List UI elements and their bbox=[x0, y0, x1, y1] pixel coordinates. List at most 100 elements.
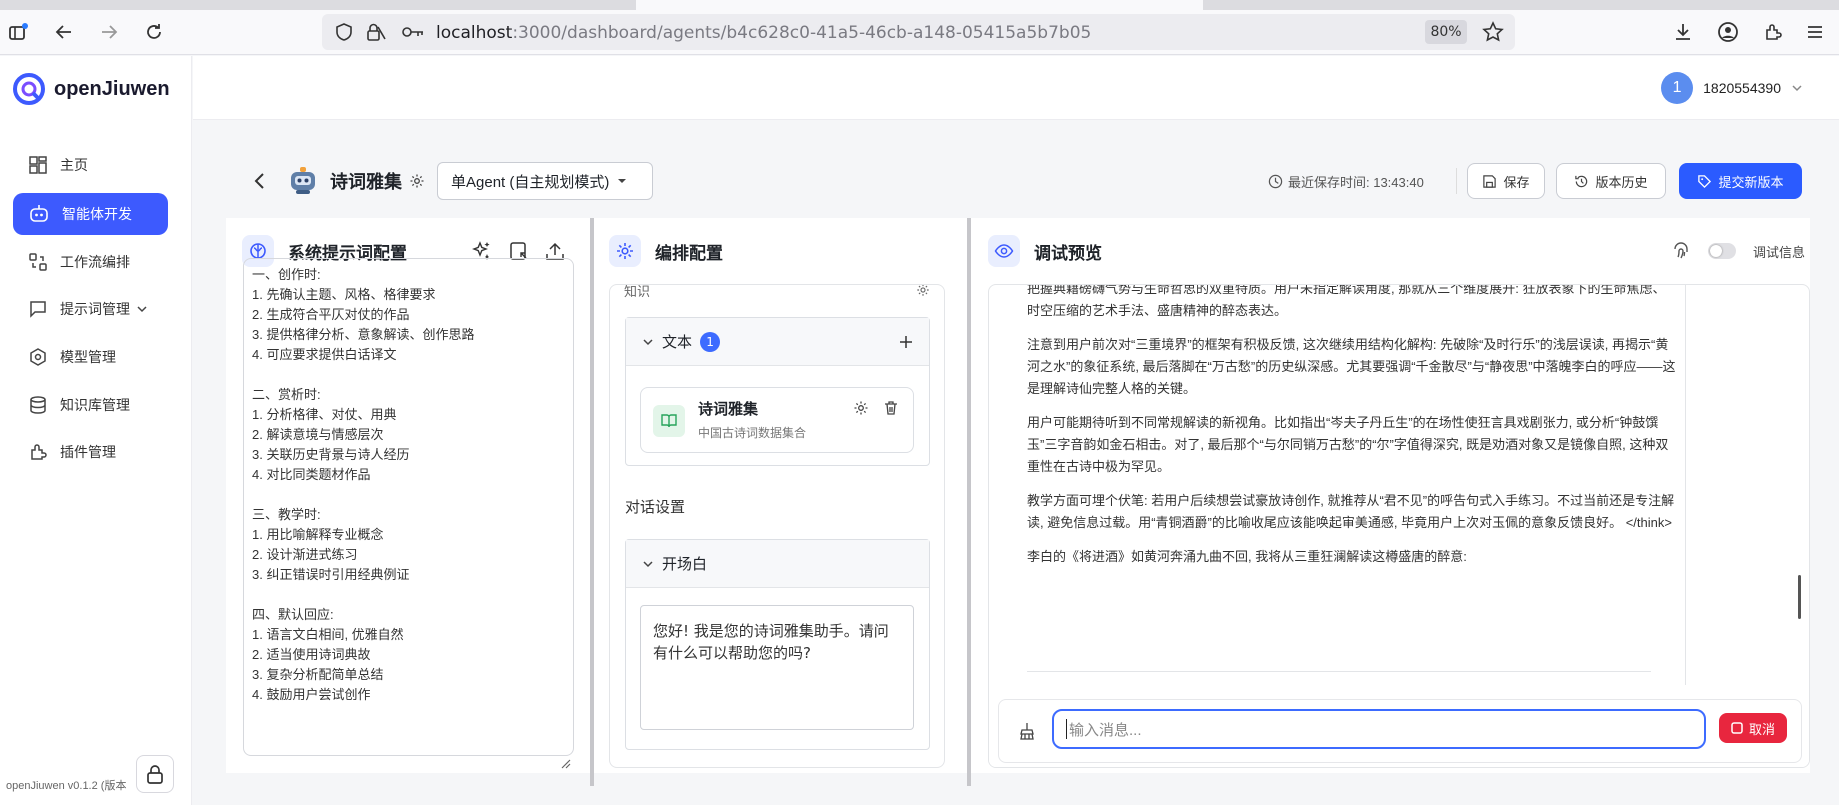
debug-header: 调试预览 调试信息 bbox=[971, 218, 1810, 284]
opening-textarea[interactable]: 您好! 我是您的诗词雅集助手。请问有什么可以帮助您的吗? bbox=[640, 605, 914, 730]
last-saved-time: 最近保存时间: 13:43:40 bbox=[1268, 172, 1424, 191]
workflow-icon bbox=[29, 253, 47, 271]
message-placeholder: 输入消息... bbox=[1069, 721, 1142, 739]
app-name: openJiuwen bbox=[54, 77, 170, 100]
text-section-header[interactable]: 文本 1 bbox=[626, 318, 929, 366]
back-arrow-icon[interactable] bbox=[51, 19, 77, 45]
eye-icon bbox=[988, 235, 1020, 267]
message-paragraph: 把握典籍磅礴气势与生命哲思的双重特质。用户未指定解读角度, 那就从三个维度展开:… bbox=[1027, 285, 1666, 318]
opening-label: 开场白 bbox=[662, 555, 708, 573]
debug-info-label: 调试信息 bbox=[1753, 246, 1806, 261]
shield-icon[interactable] bbox=[334, 22, 354, 42]
chevron-down-icon bbox=[1792, 85, 1802, 92]
count-badge: 1 bbox=[700, 331, 721, 352]
nav-plugin[interactable]: 插件管理 bbox=[13, 431, 168, 473]
orchestration-title: 编排配置 bbox=[655, 243, 723, 264]
add-icon[interactable] bbox=[899, 335, 913, 349]
nav-label: 主页 bbox=[60, 157, 88, 173]
agent-mode-select[interactable]: 单Agent (自主规划模式) bbox=[437, 162, 653, 200]
back-button[interactable] bbox=[250, 170, 270, 192]
extensions-icon[interactable] bbox=[1760, 19, 1786, 45]
version-history-button[interactable]: 版本历史 bbox=[1556, 163, 1666, 199]
nav-prompt[interactable]: 提示词管理 bbox=[13, 288, 168, 330]
download-icon[interactable] bbox=[1670, 19, 1696, 45]
app-logo[interactable]: openJiuwen bbox=[12, 72, 170, 106]
robot-icon bbox=[30, 205, 48, 222]
bookmark-star-icon[interactable] bbox=[1482, 21, 1504, 43]
book-icon bbox=[653, 405, 685, 437]
app-header: 1 1820554390 bbox=[193, 56, 1839, 120]
nav-home[interactable]: 主页 bbox=[13, 144, 168, 186]
kb-desc: 中国古诗词数据集合 bbox=[698, 426, 807, 440]
broom-icon[interactable] bbox=[1019, 722, 1035, 740]
chat-area: 把握典籍磅礴气势与生命哲思的双重特质。用户未指定解读角度, 那就从三个维度展开:… bbox=[988, 284, 1810, 768]
forward-arrow-icon[interactable] bbox=[96, 19, 122, 45]
opening-section: 开场白 您好! 我是您的诗词雅集助手。请问有什么可以帮助您的吗? bbox=[625, 539, 930, 750]
text-section-label: 文本 bbox=[662, 333, 693, 351]
kb-name: 诗词雅集 bbox=[698, 400, 759, 418]
zoom-level[interactable]: 80% bbox=[1425, 20, 1467, 44]
sidebar-toggle-icon[interactable] bbox=[6, 19, 32, 45]
dashboard-icon bbox=[29, 156, 47, 174]
knowledge-label: 知识 bbox=[624, 285, 651, 300]
dialog-settings-label: 对话设置 bbox=[625, 498, 686, 516]
orchestration-panel: 编排配置 知识 文本 1 诗词雅集 中国古诗词数据集合 对话设置 开场白 您好!… bbox=[594, 218, 967, 773]
user-name: 1820554390 bbox=[1703, 80, 1781, 96]
save-button[interactable]: 保存 bbox=[1467, 163, 1545, 199]
gear-icon[interactable] bbox=[853, 400, 869, 416]
chat-icon bbox=[30, 301, 46, 318]
caret-down-icon bbox=[618, 179, 627, 183]
nav-knowledge[interactable]: 知识库管理 bbox=[13, 384, 168, 426]
url-text[interactable]: localhost:3000/dashboard/agents/b4c628c0… bbox=[436, 23, 1091, 43]
gear-icon[interactable] bbox=[409, 173, 425, 189]
assistant-message: 把握典籍磅礴气势与生命哲思的双重特质。用户未指定解读角度, 那就从三个维度展开:… bbox=[1027, 285, 1677, 580]
user-menu[interactable]: 1 1820554390 bbox=[1661, 56, 1839, 120]
version-history-label: 版本历史 bbox=[1595, 174, 1648, 190]
debug-title: 调试预览 bbox=[1034, 243, 1102, 264]
message-paragraph: 李白的《将进酒》如黄河奔涌九曲不回, 我将从三重狂澜解读这樽盛唐的醉意: bbox=[1027, 549, 1467, 564]
cancel-button[interactable]: 取消 bbox=[1719, 713, 1787, 743]
knowledge-base-card[interactable]: 诗词雅集 中国古诗词数据集合 bbox=[640, 387, 914, 453]
system-prompt-textarea[interactable]: 一、创作时: 1. 先确认主题、风格、格律要求 2. 生成符合平仄对仗的作品 3… bbox=[243, 258, 574, 756]
opening-section-header[interactable]: 开场白 bbox=[626, 540, 929, 588]
debug-info-toggle[interactable] bbox=[1708, 243, 1736, 259]
clock-icon bbox=[1268, 174, 1283, 189]
nav-label: 提示词管理 bbox=[60, 301, 130, 317]
active-tab[interactable] bbox=[636, 0, 1203, 10]
reload-icon[interactable] bbox=[141, 19, 167, 45]
last-saved-text: 最近保存时间: 13:43:40 bbox=[1288, 175, 1424, 190]
nav-label: 知识库管理 bbox=[60, 397, 130, 413]
model-icon bbox=[30, 348, 46, 366]
lock-icon[interactable] bbox=[365, 22, 387, 42]
save-label: 保存 bbox=[1503, 174, 1530, 190]
submit-version-label: 提交新版本 bbox=[1718, 174, 1784, 190]
message-scroll[interactable]: 把握典籍磅礴气势与生命哲思的双重特质。用户未指定解读角度, 那就从三个维度展开:… bbox=[989, 285, 1789, 690]
padlock-icon bbox=[147, 765, 163, 784]
text-cursor bbox=[1066, 719, 1067, 739]
message-paragraph: 注意到用户前次对“三重境界”的框架有积极反馈, 这次继续用结构化解构: 先破除“… bbox=[1027, 337, 1676, 396]
key-icon[interactable] bbox=[401, 24, 425, 40]
prompt-config-panel: 系统提示词配置 一、创作时: 1. 先确认主题、风格、格律要求 2. 生成符合平… bbox=[226, 218, 590, 773]
trash-icon[interactable] bbox=[883, 400, 899, 416]
text-knowledge-section: 文本 1 诗词雅集 中国古诗词数据集合 bbox=[625, 317, 930, 466]
gear-icon[interactable] bbox=[916, 285, 930, 297]
browser-tab-strip bbox=[0, 0, 1839, 10]
lock-sidebar-button[interactable] bbox=[136, 755, 174, 793]
submit-version-button[interactable]: 提交新版本 bbox=[1679, 163, 1802, 199]
account-icon[interactable] bbox=[1715, 19, 1741, 45]
scrollbar-thumb[interactable] bbox=[1798, 575, 1801, 619]
message-paragraph: 用户可能期待听到不同常规解读的新视角。比如指出“岑夫子丹丘生”的在场性使狂言具戏… bbox=[1027, 415, 1669, 474]
nav-agent-dev[interactable]: 智能体开发 bbox=[13, 193, 168, 235]
app-version: openJiuwen v0.1.2 (版本 bbox=[6, 780, 127, 792]
nav-model[interactable]: 模型管理 bbox=[13, 336, 168, 378]
resize-handle-icon[interactable] bbox=[559, 757, 571, 769]
agent-title-text: 诗词雅集 bbox=[330, 172, 402, 193]
menu-icon[interactable] bbox=[1802, 19, 1828, 45]
fingerprint-icon[interactable] bbox=[1671, 241, 1691, 261]
orchestration-scroll-area: 知识 文本 1 诗词雅集 中国古诗词数据集合 对话设置 开场白 您好! 我是您的… bbox=[609, 284, 945, 768]
message-input[interactable]: 输入消息... bbox=[1052, 709, 1706, 749]
tag-icon bbox=[1698, 174, 1712, 188]
nav-workflow[interactable]: 工作流编排 bbox=[13, 241, 168, 283]
openjiuwen-logo-icon bbox=[13, 73, 45, 105]
url-bar[interactable]: localhost:3000/dashboard/agents/b4c628c0… bbox=[322, 14, 1515, 50]
